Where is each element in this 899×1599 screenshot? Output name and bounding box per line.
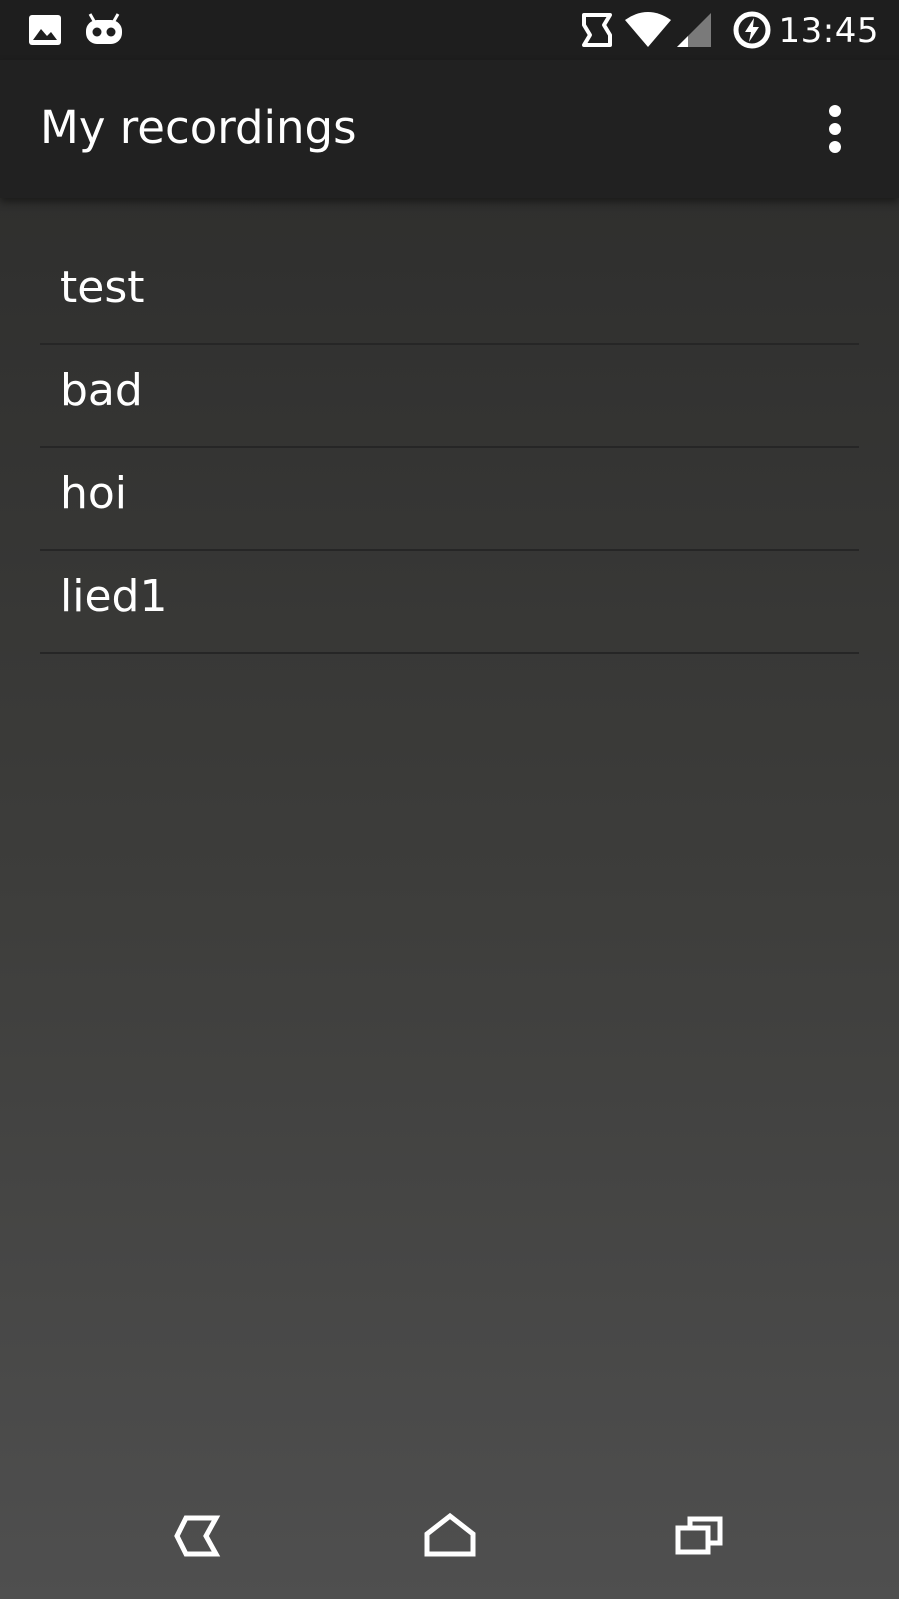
list-item[interactable]: test <box>40 242 859 345</box>
image-icon <box>29 15 61 45</box>
list-item[interactable]: bad <box>40 345 859 448</box>
wifi-icon <box>625 12 671 47</box>
recordings-list: test bad hoi lied1 <box>40 242 859 654</box>
recording-name: test <box>60 262 145 313</box>
app-bar: My recordings <box>0 60 899 198</box>
recents-button[interactable] <box>660 1497 740 1577</box>
signal-icon <box>677 13 711 47</box>
more-vert-icon <box>829 105 841 153</box>
android-icon <box>86 13 122 44</box>
recording-name: hoi <box>60 468 128 519</box>
sync-icon <box>582 13 612 47</box>
page-title: My recordings <box>40 101 357 154</box>
recents-icon <box>675 1516 723 1555</box>
status-bar: 13:45 <box>0 0 899 60</box>
list-item[interactable]: hoi <box>40 448 859 551</box>
recording-name: lied1 <box>60 571 168 622</box>
home-icon <box>424 1512 476 1557</box>
back-button[interactable] <box>160 1497 240 1577</box>
status-time: 13:45 <box>778 11 879 51</box>
back-icon <box>174 1515 221 1557</box>
home-button[interactable] <box>410 1497 490 1577</box>
overflow-menu-button[interactable] <box>811 100 859 160</box>
navigation-bar <box>0 1475 899 1599</box>
recording-name: bad <box>60 365 143 416</box>
list-item[interactable]: lied1 <box>40 551 859 654</box>
battery-charging-icon <box>733 11 771 49</box>
